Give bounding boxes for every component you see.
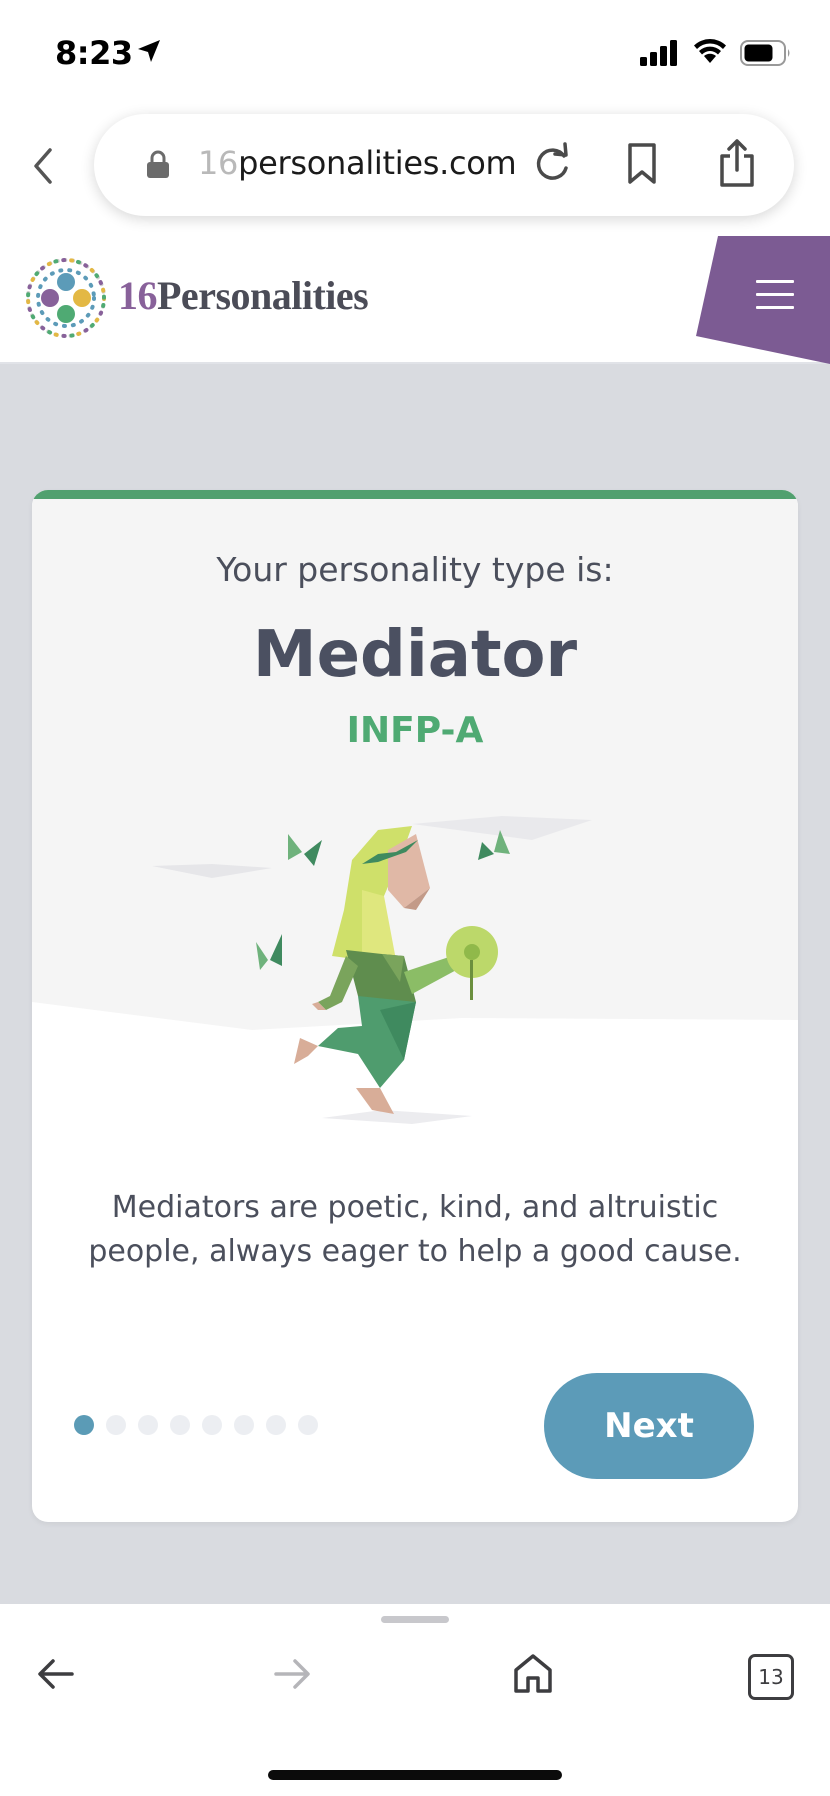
browser-address-area: 16personalities.com [0,108,830,236]
pagination-dots [74,1415,318,1435]
share-icon[interactable] [718,138,756,188]
reload-icon[interactable] [532,142,572,186]
type-description: Mediators are poetic, kind, and altruist… [88,1190,742,1269]
result-card: Your personality type is: Mediator INFP-… [32,490,798,1522]
lock-icon [147,150,169,178]
status-bar: 8:23 [0,0,830,108]
cellular-signal-icon [640,40,677,66]
battery-icon [740,40,790,66]
toolbar-grabber[interactable] [381,1616,449,1623]
url-faded-part: 16 [198,144,239,182]
pagination-dot-4[interactable] [170,1415,190,1435]
wifi-icon [694,39,726,63]
pagination-dot-8[interactable] [298,1415,318,1435]
hamburger-menu-icon[interactable] [756,280,794,310]
card-accent-bar [32,490,798,499]
result-subtitle: Your personality type is: [216,550,614,589]
brand-name: Personalities [157,273,369,318]
pagination-dot-5[interactable] [202,1415,222,1435]
pagination-dot-3[interactable] [138,1415,158,1435]
home-indicator [268,1770,562,1780]
tabs-count-button[interactable]: 13 [748,1654,794,1700]
brand-wordmark[interactable]: 16Personalities [118,272,369,319]
mediator-illustration [32,816,798,1230]
status-time: 8:23 [55,34,133,72]
next-button[interactable]: Next [544,1373,754,1479]
pagination-dot-7[interactable] [266,1415,286,1435]
arrow-right-icon[interactable] [272,1656,312,1692]
location-arrow-icon [138,40,160,62]
chevron-left-icon[interactable] [28,146,58,186]
pagination-dot-6[interactable] [234,1415,254,1435]
site-header: 16Personalities [0,236,830,364]
pagination-dot-1[interactable] [74,1415,94,1435]
arrow-left-icon[interactable] [36,1656,76,1692]
address-bar[interactable]: 16personalities.com [94,114,794,216]
url-domain: personalities.com [238,144,517,182]
home-icon[interactable] [512,1652,554,1694]
pagination-dot-2[interactable] [106,1415,126,1435]
16personalities-logo-icon[interactable] [24,256,108,340]
personality-type-code: INFP-A [346,710,484,751]
brand-number: 16 [118,273,158,318]
personality-type-name: Mediator [252,618,578,692]
bookmark-icon[interactable] [626,142,658,186]
url-text[interactable]: 16personalities.com [198,144,517,182]
browser-toolbar: 13 [0,1604,830,1796]
